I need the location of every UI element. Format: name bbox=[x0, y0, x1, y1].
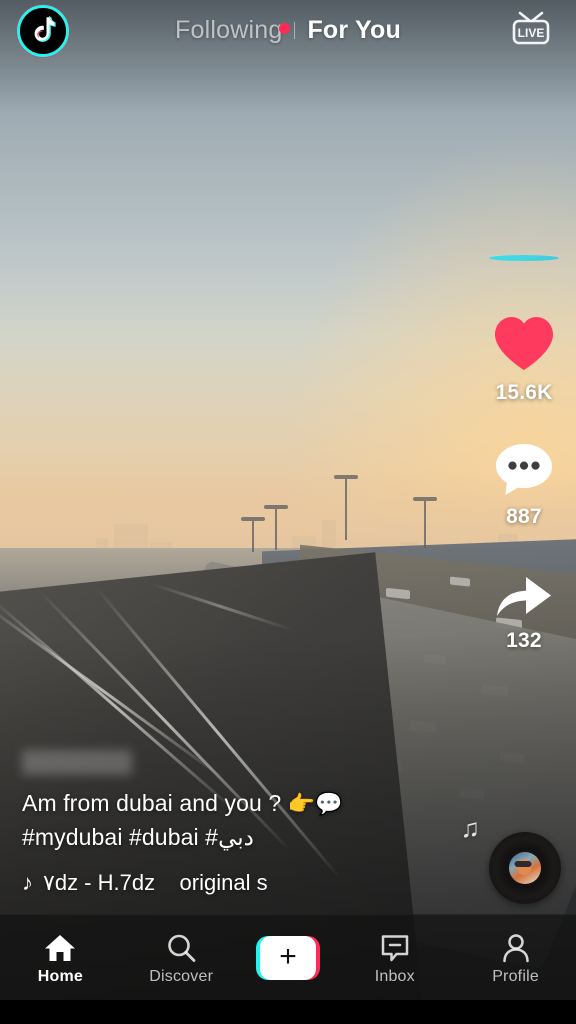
nav-item-home[interactable]: Home bbox=[14, 929, 106, 986]
comment-button[interactable]: 887 bbox=[493, 441, 555, 529]
bottom-navigation-bar: Home Discover + Inbox Profile bbox=[0, 914, 576, 1000]
music-disc-icon[interactable] bbox=[489, 832, 561, 904]
like-count: 15.6K bbox=[495, 381, 553, 404]
nav-item-discover[interactable]: Discover bbox=[135, 929, 227, 986]
music-note-icon: ♪ bbox=[22, 870, 33, 895]
tab-divider bbox=[294, 21, 296, 39]
share-count: 132 bbox=[506, 629, 542, 652]
music-note-icon: ♫ bbox=[460, 813, 481, 843]
nav-item-profile-label: Profile bbox=[492, 968, 539, 985]
music-info-row[interactable]: ♪ ٧dz - H.7dz original s bbox=[22, 870, 442, 896]
following-notification-dot bbox=[279, 22, 291, 34]
nav-item-inbox-label: Inbox bbox=[374, 968, 415, 985]
tab-for-you-label: For You bbox=[307, 15, 401, 44]
speech-balloon-icon: 💬 bbox=[315, 790, 343, 816]
caption-text: Am from dubai and you ? bbox=[22, 789, 288, 816]
share-button[interactable]: 132 bbox=[493, 569, 555, 653]
disc-sunglasses bbox=[514, 860, 532, 867]
live-tv-icon[interactable]: LIVE bbox=[506, 8, 556, 52]
pointing-hand-icon: 👉 bbox=[287, 790, 316, 816]
home-indicator-bar bbox=[0, 1000, 576, 1024]
heart-icon bbox=[491, 313, 557, 375]
music-disc-thumbnail bbox=[509, 852, 541, 884]
nav-item-profile[interactable]: Profile bbox=[470, 929, 562, 986]
tiktok-app-screen: Following For You LIVE 15.6K 887 132 ♫ A… bbox=[0, 0, 576, 1024]
caption-hashtags[interactable]: #mydubai #dubai #دبي bbox=[22, 821, 442, 854]
author-username[interactable] bbox=[22, 749, 133, 775]
inbox-icon bbox=[379, 929, 411, 963]
feed-tabs: Following For You bbox=[0, 0, 576, 60]
comment-bubble-icon bbox=[493, 441, 555, 499]
nav-item-discover-label: Discover bbox=[149, 968, 214, 985]
create-button-face: + bbox=[259, 935, 316, 980]
caption-text-line: Am from dubai and you ? 👉💬 bbox=[22, 787, 442, 820]
person-icon bbox=[500, 929, 532, 963]
top-bar: Following For You LIVE bbox=[0, 0, 576, 60]
share-arrow-icon bbox=[493, 569, 555, 623]
plus-icon: + bbox=[279, 939, 297, 973]
tab-for-you[interactable]: For You bbox=[297, 16, 411, 45]
like-button[interactable]: 15.6K bbox=[491, 313, 557, 405]
search-icon bbox=[165, 929, 197, 963]
svg-text:LIVE: LIVE bbox=[518, 26, 545, 40]
tab-following-label: Following bbox=[175, 15, 283, 44]
avatar-ring bbox=[489, 255, 559, 261]
home-icon bbox=[44, 929, 76, 963]
action-rail: 15.6K 887 132 bbox=[483, 255, 565, 652]
nav-item-home-label: Home bbox=[37, 968, 84, 985]
caption-block: Am from dubai and you ? 👉💬 #mydubai #dub… bbox=[22, 749, 442, 896]
nav-item-inbox[interactable]: Inbox bbox=[349, 929, 441, 986]
tab-following[interactable]: Following bbox=[165, 16, 292, 45]
comment-count: 887 bbox=[506, 505, 542, 528]
create-video-button[interactable]: + bbox=[255, 935, 320, 980]
music-title: ٧dz - H.7dz original s bbox=[43, 870, 268, 895]
